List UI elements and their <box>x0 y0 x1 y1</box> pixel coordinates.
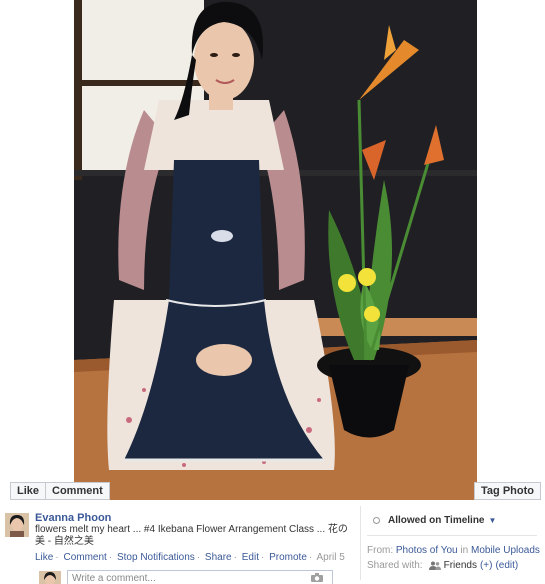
post-like-link[interactable]: Like <box>35 552 53 563</box>
comment-input[interactable] <box>67 570 333 584</box>
promote-link[interactable]: Promote <box>269 552 307 563</box>
camera-icon[interactable] <box>311 573 323 582</box>
shared-with-info: Shared with: Friends (+) (edit) <box>367 560 518 571</box>
vertical-divider <box>360 506 361 580</box>
shared-value: Friends <box>443 560 477 571</box>
commenter-avatar <box>39 571 61 584</box>
like-button[interactable]: Like <box>10 482 47 500</box>
post-actions: Like · Comment · Stop Notifications · Share… <box>35 552 345 563</box>
photo-stage: Like Comment Tag Photo <box>0 0 545 500</box>
audience-selector[interactable]: Friends <box>428 560 477 571</box>
shared-edit-link[interactable]: (edit) <box>495 560 518 571</box>
comment-button[interactable]: Comment <box>46 482 110 500</box>
post-comment-link[interactable]: Comment <box>63 552 106 563</box>
timeline-visibility[interactable]: Allowed on Timeline ▼ <box>373 515 496 526</box>
stop-notifications-link[interactable]: Stop Notifications <box>117 552 195 563</box>
sidebar-divider <box>367 535 537 536</box>
shared-label: Shared with: <box>367 560 423 571</box>
edit-link[interactable]: Edit <box>242 552 259 563</box>
author-name[interactable]: Evanna Phoon <box>35 512 111 524</box>
author-avatar[interactable] <box>5 513 29 537</box>
timeline-status-label: Allowed on Timeline <box>388 515 485 526</box>
from-album-link[interactable]: Photos of You <box>396 545 458 556</box>
photo-action-buttons: Like Comment <box>10 482 110 500</box>
tag-photo-button[interactable]: Tag Photo <box>474 482 541 500</box>
post-caption: flowers melt my heart ... #4 Ikebana Flo… <box>35 524 348 547</box>
shared-plus-link[interactable]: (+) <box>480 560 493 571</box>
caret-down-icon[interactable]: ▼ <box>489 516 497 525</box>
avatar-image <box>5 513 29 537</box>
from-info: From: Photos of You in Mobile Uploads <box>367 545 540 556</box>
from-in-text: in <box>460 545 469 556</box>
from-label: From: <box>367 545 394 556</box>
photo[interactable] <box>74 0 477 500</box>
from-source-link[interactable]: Mobile Uploads <box>471 545 540 556</box>
commenter-avatar-image <box>39 571 61 584</box>
share-link[interactable]: Share <box>205 552 232 563</box>
post-date[interactable]: April 5 <box>316 552 344 563</box>
circle-icon <box>373 517 380 524</box>
photo-image <box>74 0 477 500</box>
friends-icon <box>428 561 441 570</box>
